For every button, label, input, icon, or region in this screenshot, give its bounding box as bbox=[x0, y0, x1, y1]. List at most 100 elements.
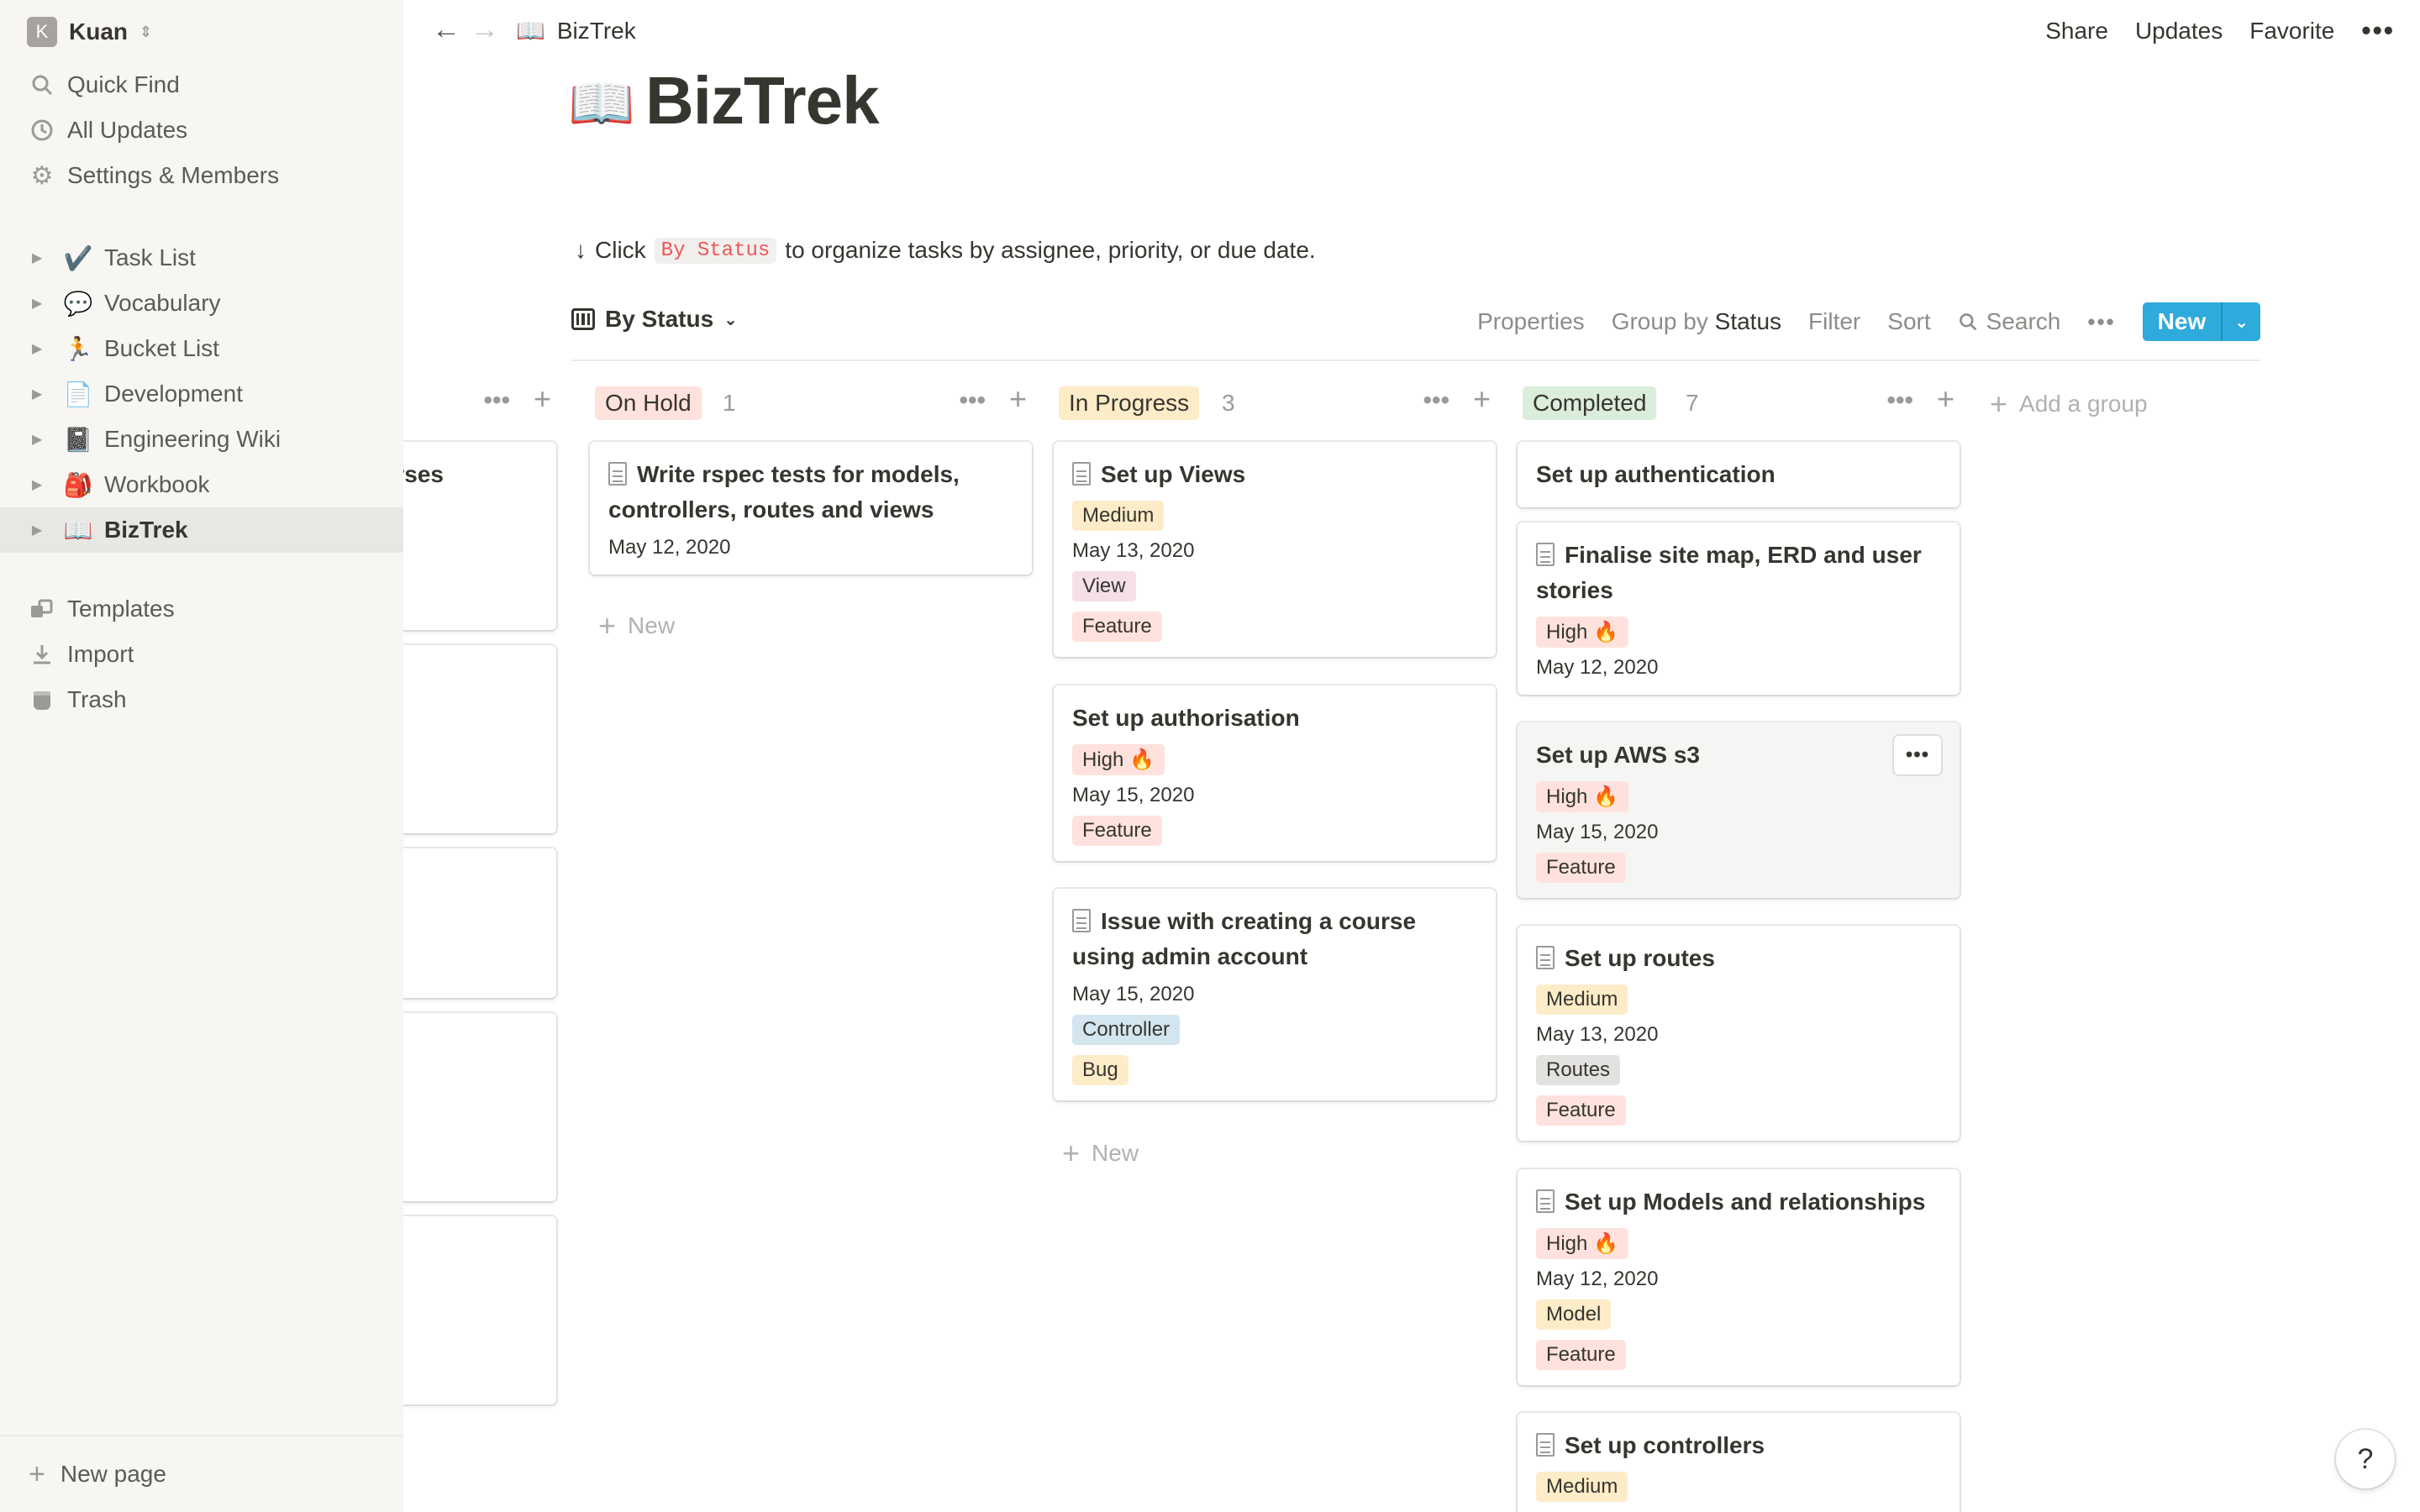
view-more-icon[interactable]: ••• bbox=[2087, 309, 2115, 335]
help-button[interactable]: ? bbox=[2336, 1430, 2395, 1488]
expand-triangle-icon[interactable]: ▶ bbox=[32, 340, 49, 357]
column-more-icon[interactable]: ••• bbox=[1423, 386, 1449, 417]
column-new-button[interactable]: + New bbox=[598, 608, 675, 643]
column-more-icon[interactable]: ••• bbox=[483, 386, 510, 417]
column-add-icon[interactable]: + bbox=[1937, 381, 1954, 417]
board-card[interactable]: Set up authentication bbox=[1518, 442, 1960, 507]
chevron-updown-icon: ⇕ bbox=[139, 23, 153, 40]
card-date: May 12, 2020 bbox=[1536, 656, 1659, 679]
card-title: Finalise site map, ERD and user stories bbox=[1536, 542, 1922, 603]
sidebar-item-label: Quick Find bbox=[67, 71, 180, 97]
expand-triangle-icon[interactable]: ▶ bbox=[32, 249, 49, 266]
board-card[interactable] bbox=[403, 645, 556, 833]
sidebar-import[interactable]: Import bbox=[0, 632, 403, 677]
expand-triangle-icon[interactable]: ▶ bbox=[32, 386, 49, 402]
sidebar-item-label: Workbook bbox=[104, 471, 210, 497]
card-title: Set up Views bbox=[1101, 461, 1246, 487]
board-card[interactable] bbox=[403, 1013, 556, 1201]
column-status-tag[interactable]: Completed bbox=[1523, 386, 1657, 420]
sidebar-settings-members[interactable]: ⚙ Settings & Members bbox=[0, 153, 403, 198]
workspace-switcher[interactable]: K Kuan ⇕ bbox=[27, 17, 152, 47]
column-add-icon[interactable]: + bbox=[534, 381, 551, 417]
group-by-button[interactable]: Group by Status bbox=[1612, 308, 1781, 335]
expand-triangle-icon[interactable]: ▶ bbox=[32, 522, 49, 538]
new-button[interactable]: New ⌄ bbox=[2142, 302, 2260, 341]
card-title-row: Write rspec tests for models, controller… bbox=[608, 457, 1013, 528]
search-icon bbox=[1959, 313, 1976, 331]
board-card[interactable] bbox=[403, 848, 556, 998]
down-arrow-icon: ↓ bbox=[575, 237, 587, 263]
properties-button[interactable]: Properties bbox=[1477, 308, 1585, 335]
card-title: Write rspec tests for models, controller… bbox=[608, 461, 960, 522]
search-button[interactable]: Search bbox=[1958, 308, 2061, 335]
favorite-button[interactable]: Favorite bbox=[2249, 18, 2334, 45]
board-card[interactable] bbox=[403, 1216, 556, 1404]
card-more-icon[interactable]: ••• bbox=[1894, 736, 1941, 774]
filter-button[interactable]: Filter bbox=[1808, 308, 1860, 335]
card-title-row: Set up controllers bbox=[1536, 1428, 1941, 1463]
document-icon bbox=[1072, 909, 1091, 932]
sidebar-item-label: Settings & Members bbox=[67, 162, 280, 188]
board-card[interactable]: rses bbox=[403, 442, 556, 630]
column-status-tag[interactable]: In Progress bbox=[1059, 386, 1200, 420]
sidebar-all-updates[interactable]: All Updates bbox=[0, 108, 403, 153]
category-tag: Model bbox=[1536, 1299, 1612, 1330]
column-add-icon[interactable]: + bbox=[1473, 381, 1491, 417]
sidebar-quick-find[interactable]: Quick Find bbox=[0, 62, 403, 108]
column-new-button[interactable]: + New bbox=[1062, 1136, 1139, 1171]
priority-tag: High 🔥 bbox=[1536, 1228, 1628, 1259]
sort-button[interactable]: Sort bbox=[1887, 308, 1930, 335]
more-options-icon[interactable]: ••• bbox=[2361, 15, 2395, 46]
column-more-icon[interactable]: ••• bbox=[1886, 386, 1913, 417]
expand-triangle-icon[interactable]: ▶ bbox=[32, 476, 49, 493]
view-selector[interactable]: By Status ⌄ bbox=[571, 306, 738, 333]
column-add-icon[interactable]: + bbox=[1009, 381, 1027, 417]
page-emoji-icon: 📓 bbox=[63, 426, 93, 453]
expand-triangle-icon[interactable]: ▶ bbox=[32, 295, 49, 312]
updates-button[interactable]: Updates bbox=[2135, 18, 2223, 45]
column-status-tag[interactable]: On Hold bbox=[595, 386, 702, 420]
breadcrumb[interactable]: 📖 BizTrek bbox=[516, 17, 636, 45]
sidebar-page-biztrek[interactable]: ▶ 📖 BizTrek bbox=[0, 507, 403, 553]
book-icon: 📖 bbox=[516, 18, 545, 44]
card-title-row: Issue with creating a course using admin… bbox=[1072, 904, 1477, 974]
sidebar: K Kuan ⇕ Quick Find All Updates ⚙ Settin… bbox=[0, 0, 403, 1512]
expand-triangle-icon[interactable]: ▶ bbox=[32, 431, 49, 448]
card-date: May 12, 2020 bbox=[608, 536, 731, 559]
sidebar-trash[interactable]: Trash bbox=[0, 677, 403, 722]
sidebar-item-label: Templates bbox=[67, 596, 175, 622]
page-title[interactable]: BizTrek bbox=[645, 62, 880, 139]
card-title-row: Set up routes bbox=[1536, 941, 1941, 976]
templates-icon bbox=[25, 597, 59, 621]
sidebar-page-bucket-list[interactable]: ▶ 🏃 Bucket List bbox=[0, 326, 403, 371]
sidebar-page-vocabulary[interactable]: ▶ 💬 Vocabulary bbox=[0, 281, 403, 326]
board-card[interactable]: Set up authorisation High 🔥 May 15, 2020… bbox=[1054, 685, 1496, 861]
sidebar-templates[interactable]: Templates bbox=[0, 586, 403, 632]
search-label: Search bbox=[1986, 308, 2061, 334]
column-more-icon[interactable]: ••• bbox=[959, 386, 986, 417]
board-card[interactable]: Set up Views Medium May 13, 2020 View Fe… bbox=[1054, 442, 1496, 657]
card-date: May 12, 2020 bbox=[1536, 1268, 1659, 1290]
sidebar-page-task-list[interactable]: ▶ ✔️ Task List bbox=[0, 235, 403, 281]
board-card[interactable]: Set up controllers Medium bbox=[1518, 1413, 1960, 1512]
board-card[interactable]: Set up routes Medium May 13, 2020 Routes… bbox=[1518, 926, 1960, 1141]
page-icon[interactable]: 📖 bbox=[568, 72, 635, 135]
back-arrow-icon[interactable]: ← bbox=[432, 13, 460, 46]
new-page-button[interactable]: + New page bbox=[0, 1435, 403, 1512]
topbar: ← → 📖 BizTrek Share Updates Favorite ••• bbox=[403, 0, 2420, 64]
board-card[interactable]: Write rspec tests for models, controller… bbox=[590, 442, 1032, 575]
forward-arrow-icon[interactable]: → bbox=[471, 13, 499, 46]
sidebar-page-engineering-wiki[interactable]: ▶ 📓 Engineering Wiki bbox=[0, 417, 403, 462]
share-button[interactable]: Share bbox=[2045, 18, 2108, 45]
board-card[interactable]: Set up Models and relationships High 🔥 M… bbox=[1518, 1169, 1960, 1385]
priority-tag: High 🔥 bbox=[1536, 781, 1628, 812]
document-icon bbox=[1536, 543, 1555, 566]
board-card[interactable]: Set up AWS s3 High 🔥 May 15, 2020 Featur… bbox=[1518, 722, 1960, 898]
add-group-button[interactable]: + Add a group bbox=[1990, 386, 2148, 422]
sidebar-page-development[interactable]: ▶ 📄 Development bbox=[0, 371, 403, 417]
new-label: New bbox=[628, 612, 676, 638]
sidebar-page-workbook[interactable]: ▶ 🎒 Workbook bbox=[0, 462, 403, 507]
chevron-down-icon[interactable]: ⌄ bbox=[2221, 302, 2260, 341]
board-card[interactable]: Issue with creating a course using admin… bbox=[1054, 889, 1496, 1100]
board-card[interactable]: Finalise site map, ERD and user stories … bbox=[1518, 522, 1960, 695]
